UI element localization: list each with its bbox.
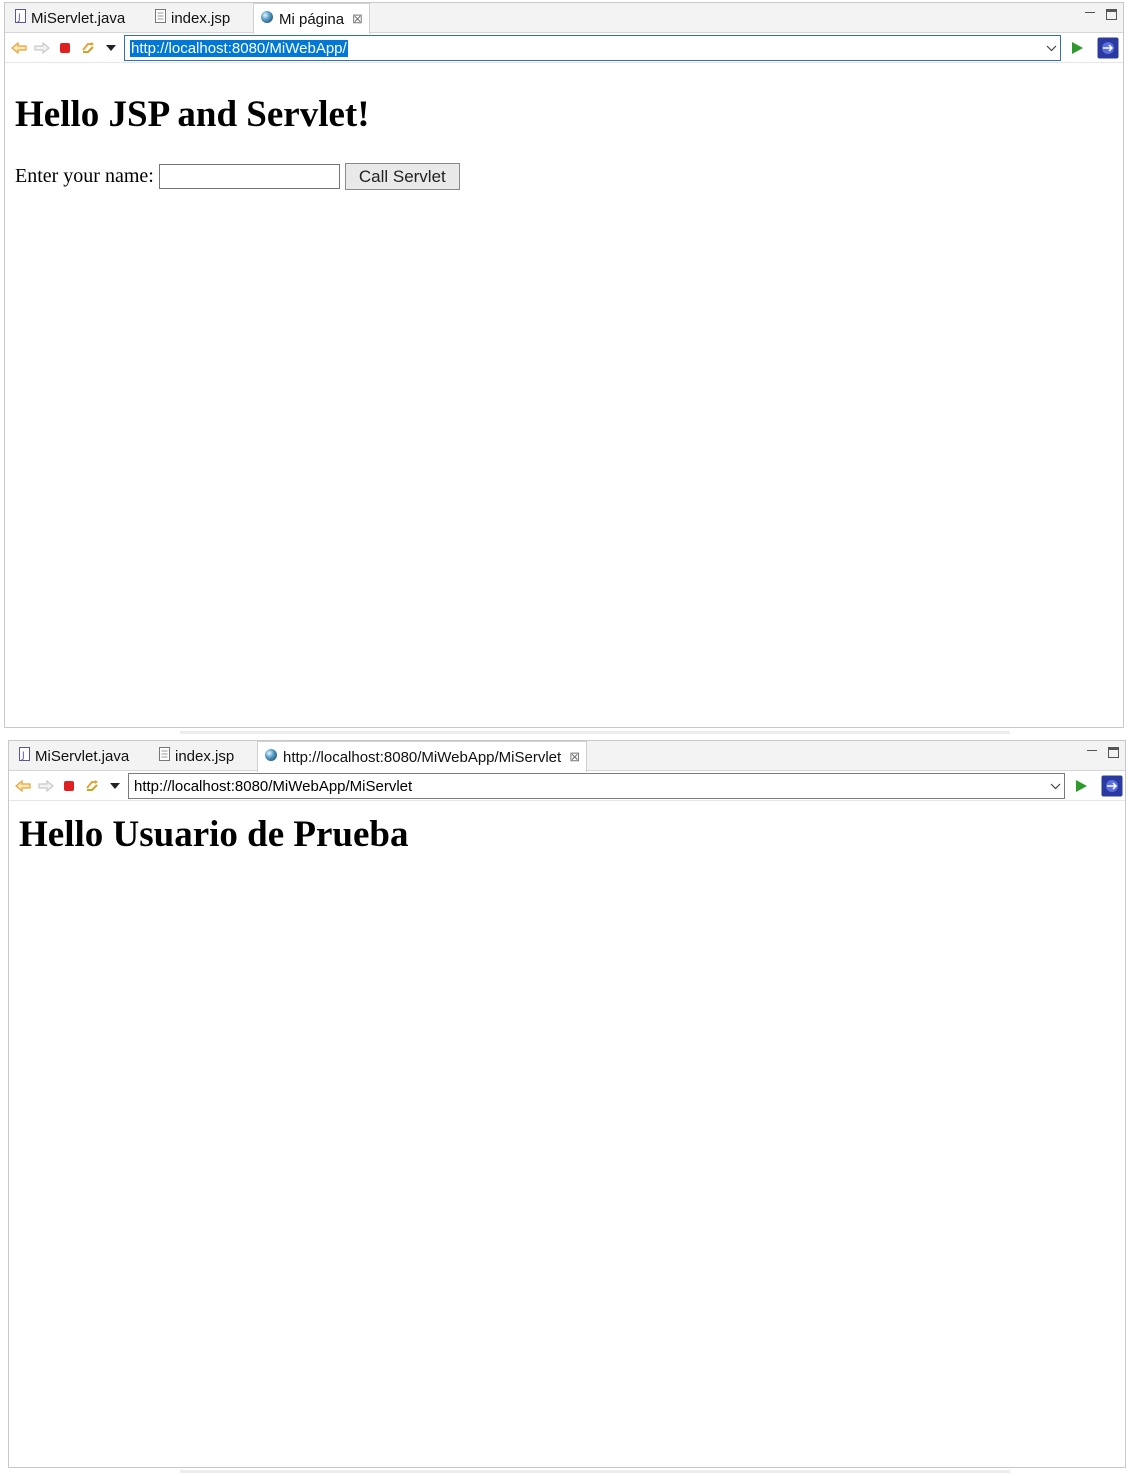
- go-icon[interactable]: [1067, 38, 1087, 58]
- tab-mi-pagina[interactable]: Mi página ⊠: [253, 3, 370, 34]
- editor-tab-bar: J MiServlet.java index.jsp Mi página ⊠: [5, 3, 1123, 34]
- url-dropdown-icon[interactable]: [1046, 783, 1064, 790]
- sash[interactable]: [180, 1470, 1010, 1473]
- browser-editor-bottom: J MiServlet.java index.jsp http://localh…: [8, 740, 1126, 1468]
- refresh-icon[interactable]: [82, 776, 102, 796]
- back-arrow-icon[interactable]: [13, 776, 33, 796]
- tab-miservlet-java[interactable]: J MiServlet.java: [9, 3, 131, 33]
- svg-text:J: J: [21, 751, 25, 761]
- go-icon[interactable]: [1071, 776, 1091, 796]
- name-input[interactable]: [158, 164, 340, 189]
- url-text: http://localhost:8080/MiWebApp/MiServlet: [134, 777, 413, 795]
- browser-editor-top: J MiServlet.java index.jsp Mi página ⊠ h…: [4, 2, 1124, 728]
- tab-index-jsp[interactable]: index.jsp: [153, 741, 240, 771]
- url-dropdown-icon[interactable]: [1042, 45, 1060, 52]
- tab-miservlet-java[interactable]: J MiServlet.java: [13, 741, 135, 771]
- tab-miservlet-url[interactable]: http://localhost:8080/MiWebApp/MiServlet…: [257, 741, 588, 772]
- name-form: Enter your name: Call Servlet: [15, 163, 460, 190]
- url-field[interactable]: http://localhost:8080/MiWebApp/: [124, 35, 1061, 61]
- back-arrow-icon[interactable]: [9, 38, 29, 58]
- jsp-file-icon: [159, 747, 170, 765]
- browser-toolbar: http://localhost:8080/MiWebApp/MiServlet: [9, 771, 1125, 801]
- history-dropdown-icon[interactable]: [105, 776, 125, 796]
- editor-tab-bar: J MiServlet.java index.jsp http://localh…: [9, 741, 1125, 772]
- page-heading: Hello JSP and Servlet!: [15, 94, 370, 135]
- globe-icon: [264, 748, 278, 766]
- tab-label: index.jsp: [171, 9, 231, 27]
- stop-icon[interactable]: [55, 38, 75, 58]
- tab-label: http://localhost:8080/MiWebApp/MiServlet: [283, 748, 562, 766]
- tab-index-jsp[interactable]: index.jsp: [149, 3, 236, 33]
- browser-toolbar: http://localhost:8080/MiWebApp/: [5, 33, 1123, 63]
- web-browser-icon[interactable]: [1101, 775, 1123, 797]
- close-tab-icon[interactable]: ⊠: [352, 11, 363, 27]
- history-dropdown-icon[interactable]: [101, 38, 121, 58]
- maximize-icon[interactable]: [1106, 9, 1117, 20]
- forward-arrow-icon[interactable]: [32, 38, 52, 58]
- stop-icon[interactable]: [59, 776, 79, 796]
- java-file-icon: J: [15, 9, 26, 27]
- close-tab-icon[interactable]: ⊠: [569, 749, 580, 765]
- url-field[interactable]: http://localhost:8080/MiWebApp/MiServlet: [128, 773, 1065, 799]
- refresh-icon[interactable]: [78, 38, 98, 58]
- name-label: Enter your name:: [15, 165, 154, 187]
- svg-text:J: J: [17, 13, 21, 23]
- tab-label: index.jsp: [175, 747, 235, 765]
- tab-label: MiServlet.java: [31, 9, 126, 27]
- url-text: http://localhost:8080/MiWebApp/: [130, 39, 348, 57]
- tab-label: Mi página: [279, 10, 345, 28]
- minimize-icon[interactable]: [1084, 7, 1096, 19]
- jsp-file-icon: [155, 9, 166, 27]
- sash[interactable]: [180, 731, 1010, 734]
- page-heading: Hello Usuario de Prueba: [19, 814, 409, 855]
- globe-icon: [260, 10, 274, 28]
- minimize-icon[interactable]: [1086, 745, 1098, 757]
- java-file-icon: J: [19, 747, 30, 765]
- forward-arrow-icon[interactable]: [36, 776, 56, 796]
- maximize-icon[interactable]: [1108, 747, 1119, 758]
- tab-label: MiServlet.java: [35, 747, 130, 765]
- call-servlet-button[interactable]: Call Servlet: [344, 163, 460, 190]
- web-browser-icon[interactable]: [1097, 37, 1119, 59]
